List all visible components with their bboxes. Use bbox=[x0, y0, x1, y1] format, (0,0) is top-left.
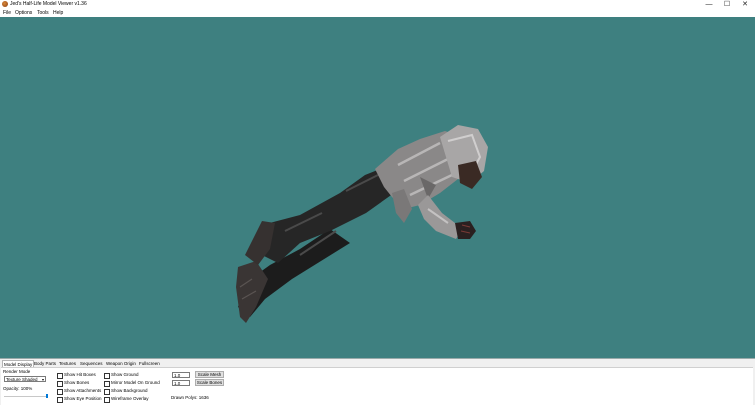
show-hit-boxes-checkbox[interactable] bbox=[57, 373, 63, 379]
show-hit-boxes-label: Show Hit Boxes bbox=[64, 372, 96, 377]
scale-mesh-input[interactable]: 1.0 bbox=[172, 372, 190, 378]
mirror-model-checkbox[interactable] bbox=[104, 381, 110, 387]
show-attachments-checkbox[interactable] bbox=[57, 389, 63, 395]
show-ground-checkbox[interactable] bbox=[104, 373, 110, 379]
menu-tools[interactable]: Tools bbox=[37, 9, 49, 17]
show-attachments-label: Show Attachments bbox=[64, 388, 102, 393]
minimize-button[interactable]: — bbox=[700, 0, 718, 9]
show-ground-label: Show Ground bbox=[111, 372, 139, 377]
tab-sequences[interactable]: Sequences bbox=[80, 360, 103, 367]
show-background-label: Show Background bbox=[111, 388, 148, 393]
show-bones-label: Show Bones bbox=[64, 380, 90, 385]
menu-options[interactable]: Options bbox=[15, 9, 32, 17]
menu-bar: File Options Tools Help bbox=[0, 9, 755, 17]
tab-textures[interactable]: Textures bbox=[59, 360, 76, 367]
chevron-down-icon: ▾ bbox=[41, 377, 44, 382]
app-icon bbox=[2, 1, 8, 7]
show-eye-position-checkbox[interactable] bbox=[57, 397, 63, 403]
model-viewport[interactable] bbox=[0, 17, 755, 359]
show-bones-checkbox[interactable] bbox=[57, 381, 63, 387]
render-mode-select[interactable]: Texture Shaded ▾ bbox=[4, 376, 46, 382]
show-background-checkbox[interactable] bbox=[104, 389, 110, 395]
render-mode-value: Texture Shaded bbox=[6, 377, 38, 382]
render-mode-label: Render Mode bbox=[3, 369, 31, 374]
mirror-model-label: Mirror Model On Ground bbox=[111, 380, 160, 385]
tab-fullscreen[interactable]: Fullscreen bbox=[139, 360, 160, 367]
close-button[interactable]: ✕ bbox=[736, 0, 754, 9]
model-render bbox=[236, 125, 488, 323]
tab-weapon-origin[interactable]: Weapon Origin bbox=[106, 360, 136, 367]
wireframe-overlay-label: Wireframe Overlay bbox=[111, 396, 149, 401]
opacity-label: Opacity: 100% bbox=[3, 386, 33, 391]
tab-body-parts[interactable]: Body Parts bbox=[34, 360, 56, 367]
control-panel: Model Display Body Parts Textures Sequen… bbox=[0, 359, 755, 405]
model-glove bbox=[455, 221, 476, 239]
menu-file[interactable]: File bbox=[3, 9, 11, 17]
model-display-page: Render Mode Texture Shaded ▾ Opacity: 10… bbox=[1, 367, 753, 405]
scale-mesh-button[interactable]: Scale Mesh bbox=[195, 371, 224, 378]
wireframe-overlay-checkbox[interactable] bbox=[104, 397, 110, 403]
window-title: Jed's Half-Life Model Viewer v1.36 bbox=[10, 1, 87, 7]
opacity-slider-thumb[interactable] bbox=[46, 394, 48, 398]
scale-bones-button[interactable]: Scale Bones bbox=[195, 379, 224, 386]
opacity-slider[interactable] bbox=[4, 396, 48, 397]
show-eye-position-label: Show Eye Position bbox=[64, 396, 102, 401]
title-bar: Jed's Half-Life Model Viewer v1.36 — ☐ ✕ bbox=[0, 0, 755, 9]
maximize-button[interactable]: ☐ bbox=[718, 0, 736, 9]
menu-help[interactable]: Help bbox=[53, 9, 63, 17]
scale-bones-input[interactable]: 1.0 bbox=[172, 380, 190, 386]
drawn-polys-readout: Drawn Polys: 1636 bbox=[171, 395, 209, 400]
